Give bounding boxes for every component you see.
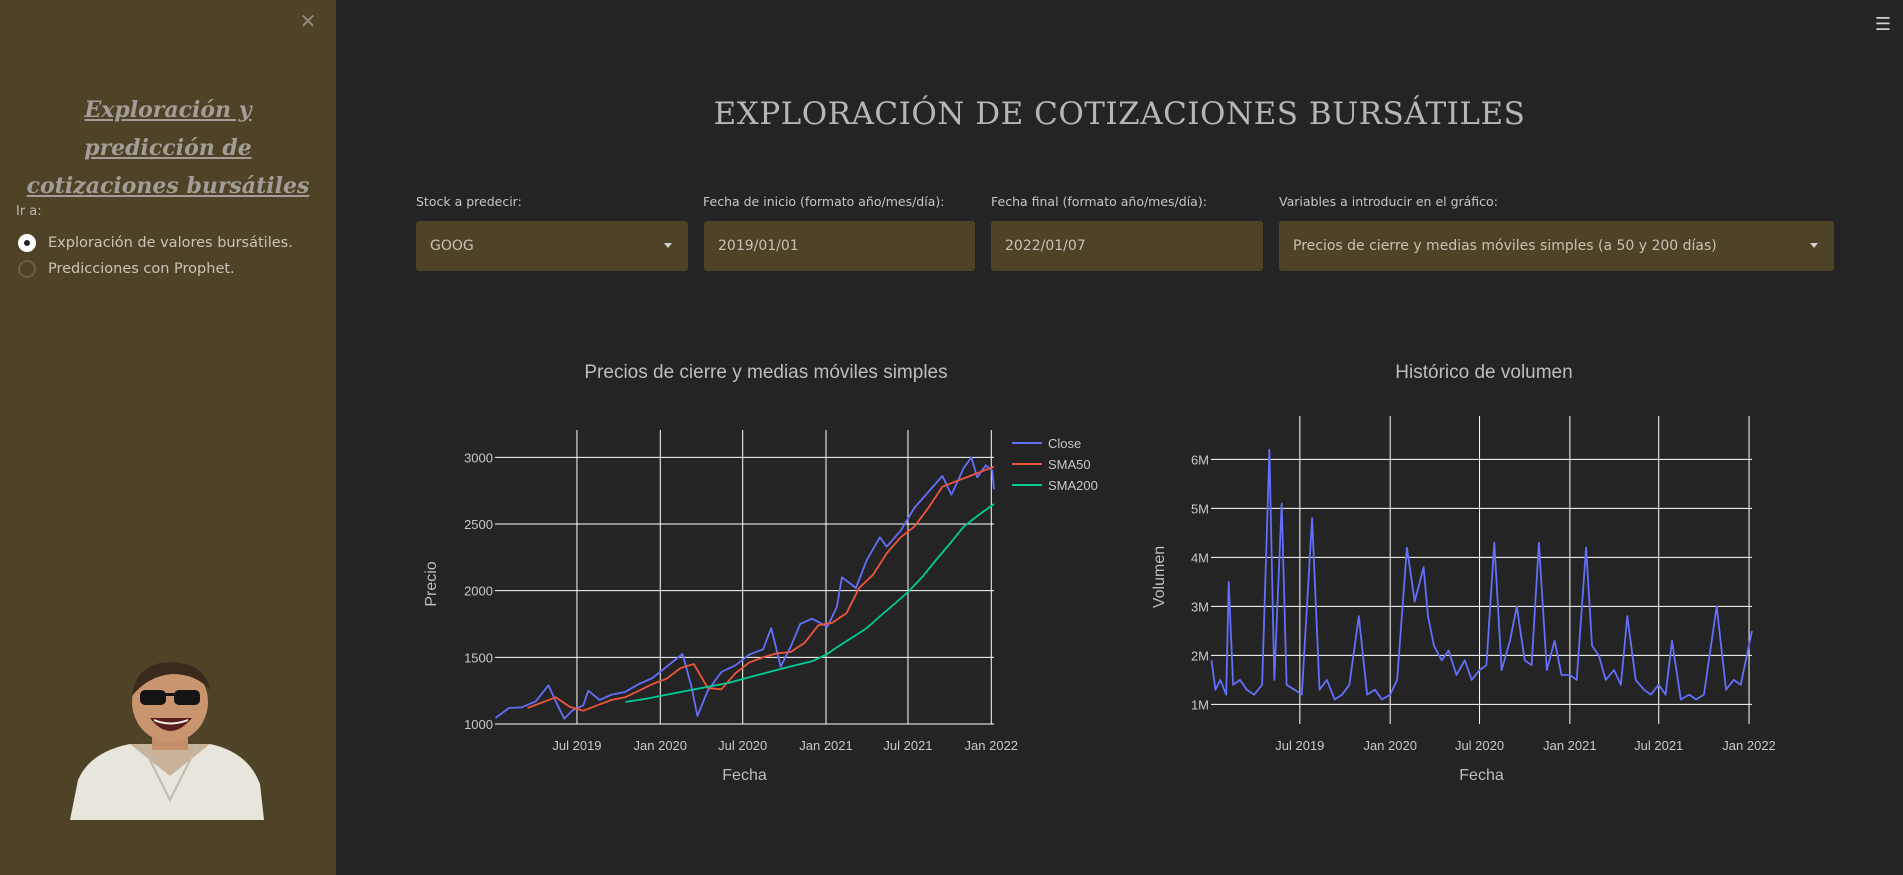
- end-date-input[interactable]: 2022/01/07: [991, 221, 1263, 271]
- series-line-volume: [1210, 448, 1753, 701]
- x-tick-label: Jul 2019: [1275, 738, 1324, 753]
- x-axis-title: Fecha: [1459, 767, 1504, 784]
- end-date-label: Fecha final (formato año/mes/día):: [991, 194, 1207, 209]
- x-tick-label: Jan 2022: [1722, 738, 1776, 753]
- chevron-down-icon: [664, 243, 672, 248]
- x-tick-label: Jan 2020: [634, 738, 688, 753]
- nav-option-exploracion[interactable]: Exploración de valores bursátiles.: [18, 234, 293, 252]
- variables-select-value: Precios de cierre y medias móviles simpl…: [1293, 238, 1717, 254]
- series-line-close: [494, 456, 995, 720]
- y-axis-title: Precio: [423, 561, 440, 606]
- stock-label: Stock a predecir:: [416, 194, 522, 209]
- y-tick-label: 1M: [1191, 697, 1209, 712]
- legend-label: SMA50: [1048, 457, 1091, 472]
- page-title: EXPLORACIÓN DE COTIZACIONES BURSÁTILES: [713, 96, 1526, 132]
- y-tick-label: 1000: [464, 717, 493, 732]
- y-tick-label: 1500: [464, 650, 493, 665]
- y-tick-label: 3000: [464, 450, 493, 465]
- nav-option-label: Predicciones con Prophet.: [48, 261, 235, 277]
- y-tick-label: 2000: [464, 584, 493, 599]
- navigation-label: Ir a:: [16, 204, 42, 219]
- start-date-value: 2019/01/01: [718, 238, 799, 254]
- volume-chart: Jul 2019 Jan 2020 Jul 2020 Jan 2021 Jul 2021…: [1151, 416, 1776, 784]
- x-tick-label: Jul 2020: [718, 738, 767, 753]
- close-sidebar-icon[interactable]: ✕: [297, 10, 319, 32]
- y-tick-label: 2M: [1191, 648, 1209, 663]
- y-tick-label: 3M: [1191, 599, 1209, 614]
- nav-option-label: Exploración de valores bursátiles.: [48, 235, 293, 251]
- x-tick-label: Jan 2021: [799, 738, 853, 753]
- x-tick-label: Jul 2019: [552, 738, 601, 753]
- sidebar-title-line1: Exploración y predicción de: [84, 97, 252, 161]
- start-date-input[interactable]: 2019/01/01: [704, 221, 975, 271]
- x-tick-label: Jan 2020: [1363, 738, 1417, 753]
- sidebar: ✕ Exploración y predicción de cotizacion…: [0, 0, 336, 875]
- y-tick-label: 4M: [1191, 550, 1209, 565]
- sidebar-title: Exploración y predicción de cotizaciones…: [18, 91, 318, 205]
- x-tick-label: Jul 2020: [1455, 738, 1504, 753]
- price-chart: Jul 2019 Jan 2020 Jul 2020 Jan 2021 Jul 2021…: [423, 430, 1098, 784]
- y-tick-label: 5M: [1191, 501, 1209, 516]
- y-axis-title: Volumen: [1151, 546, 1168, 608]
- chevron-down-icon: [1810, 243, 1818, 248]
- x-tick-label: Jul 2021: [883, 738, 932, 753]
- hamburger-menu-icon[interactable]: ☰: [1875, 14, 1891, 35]
- laughing-man-sunglasses-icon: [70, 662, 264, 820]
- radio-selected-icon[interactable]: [18, 234, 36, 252]
- legend-label: SMA200: [1048, 478, 1098, 493]
- stock-select[interactable]: GOOG: [416, 221, 688, 271]
- end-date-value: 2022/01/07: [1005, 238, 1086, 254]
- y-tick-label: 6M: [1191, 452, 1209, 467]
- x-axis-title: Fecha: [722, 767, 767, 784]
- sidebar-title-line2: cotizaciones bursátiles: [26, 173, 310, 199]
- variables-select[interactable]: Precios de cierre y medias móviles simpl…: [1279, 221, 1834, 271]
- x-tick-label: Jul 2021: [1634, 738, 1683, 753]
- start-date-label: Fecha de inicio (formato año/mes/día):: [703, 194, 945, 209]
- x-tick-label: Jan 2021: [1543, 738, 1597, 753]
- stock-select-value: GOOG: [430, 238, 474, 254]
- legend-label: Close: [1048, 436, 1081, 451]
- radio-unselected-icon[interactable]: [18, 260, 36, 278]
- series-line-sma200: [625, 503, 995, 703]
- nav-option-prophet[interactable]: Predicciones con Prophet.: [18, 260, 235, 278]
- x-tick-label: Jan 2022: [965, 738, 1019, 753]
- variables-label: Variables a introducir en el gráfico:: [1279, 194, 1498, 209]
- y-tick-label: 2500: [464, 517, 493, 532]
